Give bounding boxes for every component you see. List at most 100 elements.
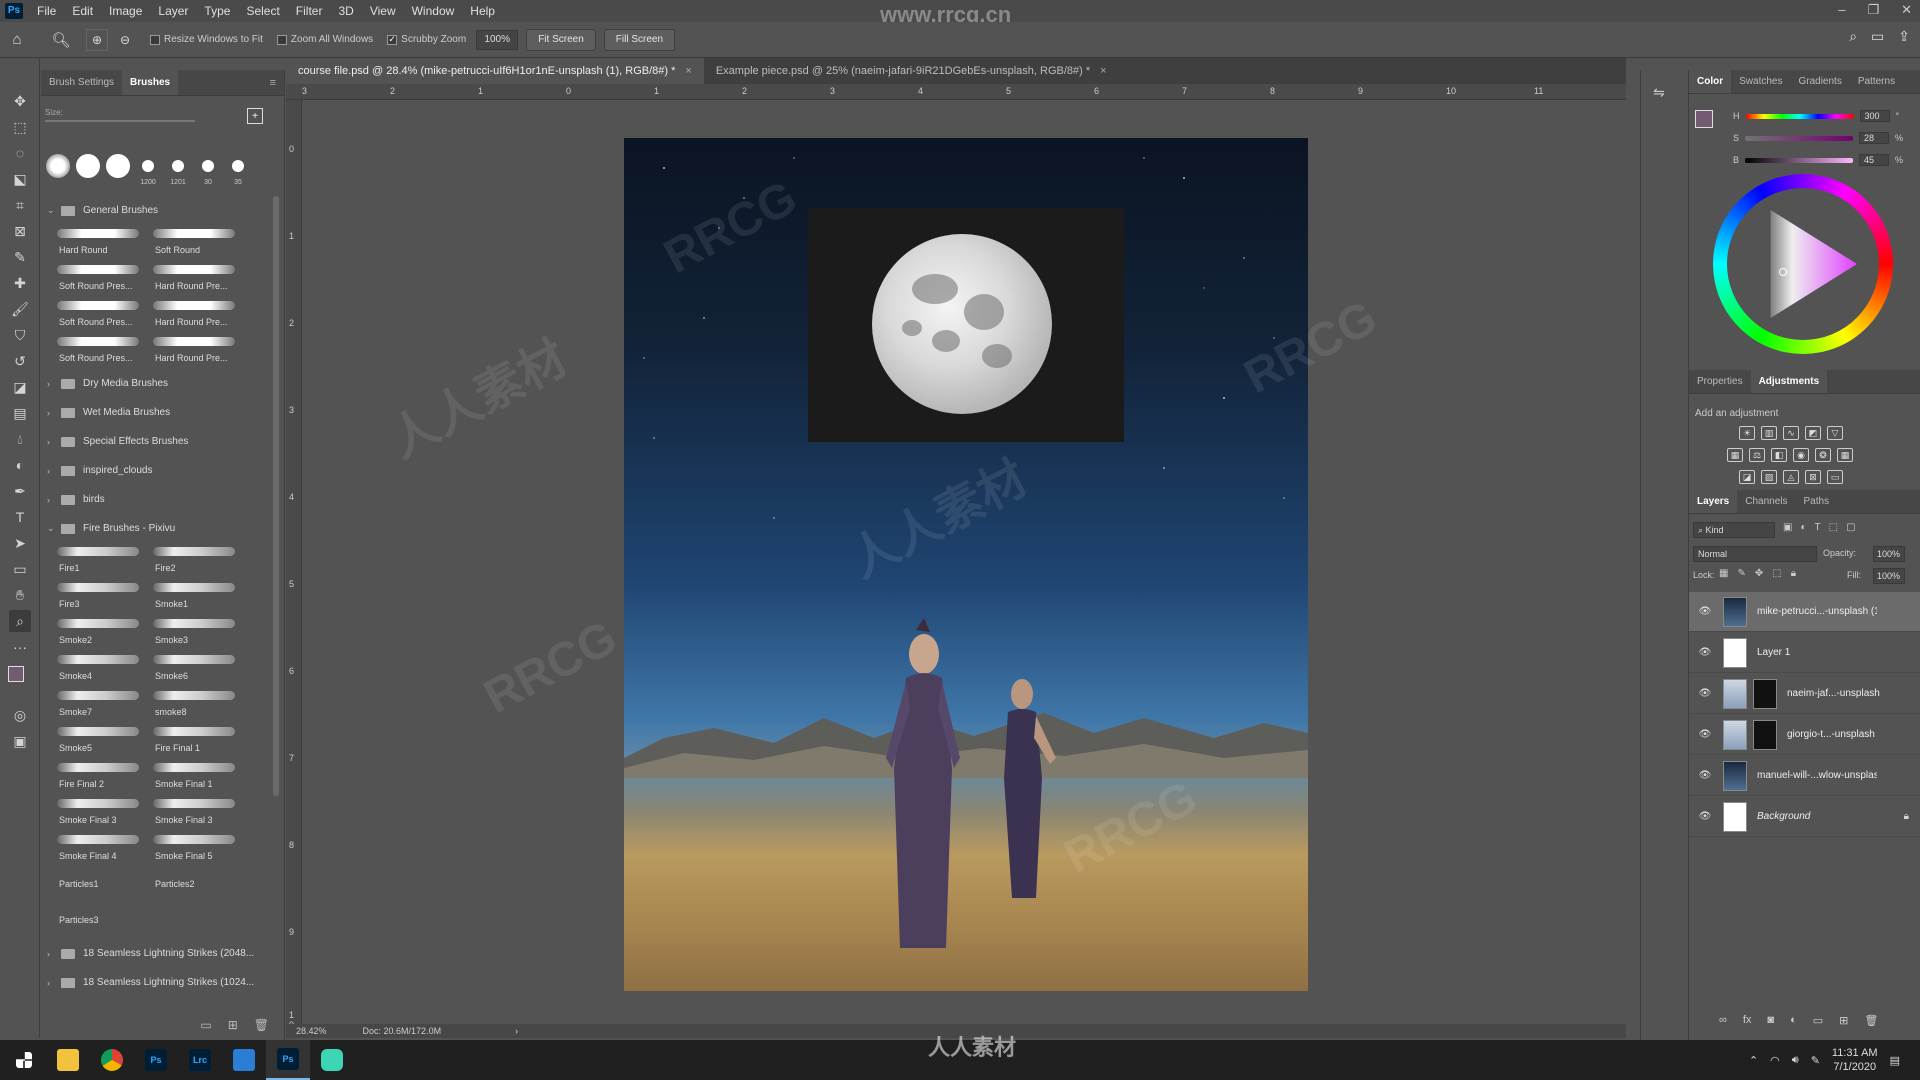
layer-name[interactable]: Layer 1 [1757, 647, 1877, 658]
visibility-eye-icon[interactable]: 👁︎ [1695, 729, 1715, 740]
brush-item[interactable]: Smoke6 [149, 651, 243, 685]
menu-filter[interactable]: Filter [288, 4, 331, 18]
brush-item[interactable]: Smoke Final 4 [53, 831, 147, 865]
layer-mask-thumbnail[interactable] [1753, 719, 1777, 750]
brush-item[interactable]: Hard Round Pre... [149, 297, 243, 331]
photo-filter-icon[interactable]: ◉ [1793, 448, 1809, 462]
type-tool-icon[interactable]: T [9, 506, 31, 528]
lock-artboard-icon[interactable]: ⬚ [1772, 568, 1781, 579]
tab-brush-settings[interactable]: Brush Settings [41, 70, 122, 95]
visibility-eye-icon[interactable]: 👁︎ [1695, 606, 1715, 617]
blur-tool-icon[interactable]: 💧︎ [9, 428, 31, 450]
crop-tool-icon[interactable]: ⌗ [9, 194, 31, 216]
lock-pixels-icon[interactable]: ✎ [1737, 568, 1745, 579]
brightness-contrast-icon[interactable]: ☀ [1739, 426, 1755, 440]
home-icon[interactable]: ⌂ [6, 29, 28, 51]
healing-brush-tool-icon[interactable]: ✚ [9, 272, 31, 294]
menu-type[interactable]: Type [196, 4, 238, 18]
menu-image[interactable]: Image [101, 4, 150, 18]
new-adjustment-icon[interactable]: ◐ [1790, 1014, 1797, 1027]
brush-item[interactable]: Soft Round Pres... [53, 297, 147, 331]
invert-icon[interactable]: ◪ [1739, 470, 1755, 484]
chat-app-icon[interactable] [310, 1040, 354, 1080]
workspace-icon[interactable]: ▭ [1871, 28, 1884, 45]
brush-group[interactable]: › 18 Seamless Lightning Strikes (2048... [45, 939, 271, 968]
photoshop-taskbar-icon[interactable]: Ps [134, 1040, 178, 1080]
scrubby-zoom-checkbox[interactable]: ✓ Scrubby Zoom [387, 34, 466, 45]
link-layers-icon[interactable]: ∞ [1719, 1014, 1727, 1027]
brush-group[interactable]: ⌄ General Brushes [45, 196, 271, 225]
quick-select-tool-icon[interactable]: ⬕ [9, 168, 31, 190]
black-white-icon[interactable]: ◧ [1771, 448, 1787, 462]
gradient-tool-icon[interactable]: ▤ [9, 402, 31, 424]
recent-brush[interactable]: 30 [195, 152, 221, 186]
visibility-eye-icon[interactable]: 👁︎ [1695, 770, 1715, 781]
tab-properties[interactable]: Properties [1689, 370, 1751, 393]
close-tab-icon[interactable]: × [1100, 65, 1106, 77]
lasso-tool-icon[interactable]: ◌ [9, 142, 31, 164]
layer-name[interactable]: giorgio-t...-unsplash [1787, 729, 1907, 740]
menu-3d[interactable]: 3D [330, 4, 361, 18]
brush-item[interactable]: Smoke Final 3 [53, 795, 147, 829]
brush-item[interactable]: Hard Round [53, 225, 147, 259]
blend-mode-select[interactable]: Normal [1693, 546, 1817, 562]
filter-type-icon[interactable]: T [1815, 522, 1821, 533]
close-tab-icon[interactable]: × [685, 65, 691, 77]
foreground-color-chip[interactable] [1695, 110, 1713, 128]
layer-name[interactable]: Background [1757, 811, 1877, 822]
zoom-percent-field[interactable]: 100% [476, 29, 519, 50]
lightroom-classic-icon[interactable]: Lrc [178, 1040, 222, 1080]
brush-group[interactable]: › Special Effects Brushes [45, 427, 271, 456]
status-arrow-icon[interactable]: › [515, 1026, 518, 1036]
brush-item[interactable]: Fire3 [53, 579, 147, 613]
layer-row[interactable]: 👁︎ giorgio-t...-unsplash [1689, 715, 1920, 755]
layer-name[interactable]: mike-petrucci...-unsplash (1) [1757, 606, 1877, 617]
brightness-slider[interactable] [1745, 157, 1854, 163]
brush-item[interactable]: Smoke3 [149, 615, 243, 649]
brush-item[interactable]: Fire1 [53, 543, 147, 577]
resize-windows-checkbox[interactable]: Resize Windows to Fit [150, 34, 263, 45]
zoom-all-check[interactable] [276, 34, 287, 45]
filter-smart-icon[interactable]: ▢ [1846, 522, 1855, 533]
layer-filter-select[interactable]: ⌕ Kind [1693, 522, 1775, 538]
tray-expand-icon[interactable]: ⌃ [1749, 1054, 1758, 1067]
vibrance-icon[interactable]: ▽ [1827, 426, 1843, 440]
color-balance-icon[interactable]: ⚖ [1749, 448, 1765, 462]
levels-icon[interactable]: ▥ [1761, 426, 1777, 440]
brightness-value[interactable]: 45 [1859, 154, 1890, 166]
windows-start-icon[interactable] [2, 1040, 46, 1080]
brush-group[interactable]: › Wet Media Brushes [45, 398, 271, 427]
path-select-tool-icon[interactable]: ➤ [9, 532, 31, 554]
threshold-icon[interactable]: ◬ [1783, 470, 1799, 484]
filter-shape-icon[interactable]: ⬚ [1829, 522, 1838, 533]
history-panel-icon[interactable]: ⇋ [1653, 84, 1665, 101]
document-tab[interactable]: course file.psd @ 28.4% (mike-petrucci-u… [286, 58, 704, 84]
saturation-value[interactable]: 28 [1859, 132, 1890, 144]
filter-adjustment-icon[interactable]: ◐ [1800, 522, 1806, 533]
visibility-eye-icon[interactable]: 👁︎ [1695, 811, 1715, 822]
layer-row[interactable]: 👁︎ manuel-will-...wlow-unsplash [1689, 756, 1920, 796]
layer-row[interactable]: 👁︎ Background 🔒︎ [1689, 797, 1920, 837]
brush-item[interactable]: Soft Round Pres... [53, 261, 147, 295]
layer-row[interactable]: 👁︎ naeim-jaf...-unsplash [1689, 674, 1920, 714]
curves-icon[interactable]: ∿ [1783, 426, 1799, 440]
dodge-tool-icon[interactable]: ◐ [9, 454, 31, 476]
brush-item[interactable]: Smoke2 [53, 615, 147, 649]
recent-brush[interactable] [45, 152, 71, 186]
fill-screen-button[interactable]: Fill Screen [603, 28, 676, 51]
lock-all-icon[interactable]: 🔒︎ [1791, 568, 1796, 579]
panel-menu-icon[interactable]: ≡ [270, 70, 284, 95]
color-triangle[interactable] [1770, 210, 1857, 318]
brush-item[interactable]: Smoke7 [53, 687, 147, 721]
brush-item[interactable]: Smoke Final 5 [149, 831, 243, 865]
brush-item[interactable]: Fire Final 2 [53, 759, 147, 793]
tab-gradients[interactable]: Gradients [1790, 70, 1849, 93]
brush-item[interactable]: Fire2 [149, 543, 243, 577]
new-layer-icon[interactable]: ⊞ [1839, 1014, 1848, 1027]
recent-brush[interactable]: 35 [225, 152, 251, 186]
new-brush-icon[interactable]: + [247, 108, 263, 124]
screen-mode-icon[interactable]: ▣ [9, 730, 31, 752]
brush-group[interactable]: › Dry Media Brushes [45, 369, 271, 398]
pen-tool-icon[interactable]: ✒ [9, 480, 31, 502]
brush-group[interactable]: ›20 Spaceship Brushes [45, 997, 271, 1004]
